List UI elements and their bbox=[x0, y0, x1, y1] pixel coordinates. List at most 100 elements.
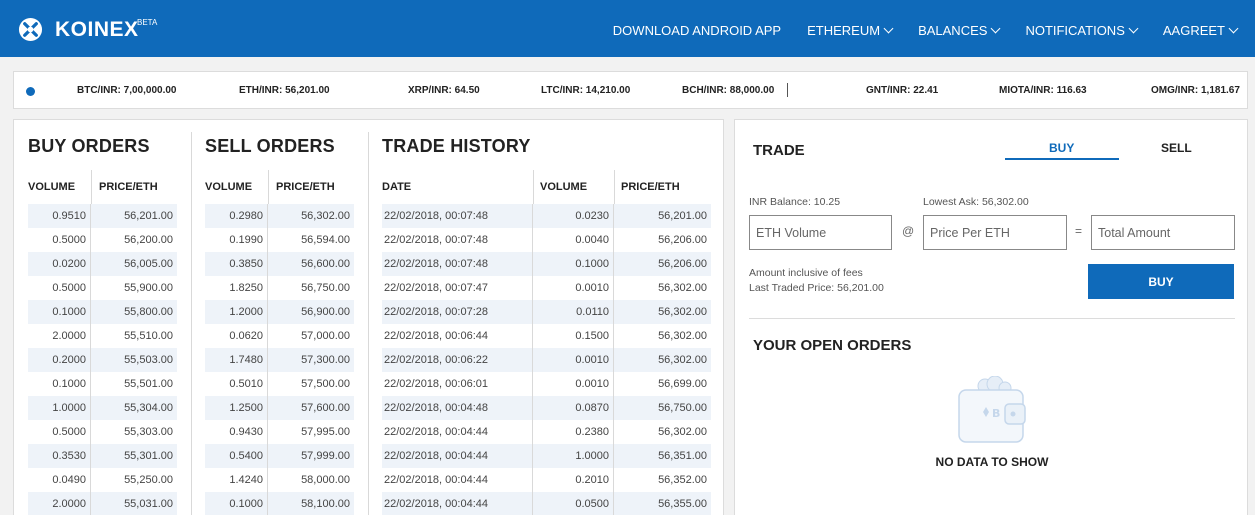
volume-cell: 0.1000 bbox=[28, 300, 91, 324]
table-row[interactable]: 22/02/2018, 00:04:44 0.2010 56,352.00 bbox=[382, 468, 711, 492]
table-row[interactable]: 1.0000 55,304.00 bbox=[28, 396, 177, 420]
table-row[interactable]: 0.0200 56,005.00 bbox=[28, 252, 177, 276]
ticker-gnt[interactable]: GNT/INR: 22.41 bbox=[866, 85, 938, 96]
table-row[interactable]: 1.8250 56,750.00 bbox=[205, 276, 354, 300]
eth-volume-input[interactable] bbox=[749, 215, 892, 250]
table-row[interactable]: 22/02/2018, 00:06:01 0.0010 56,699.00 bbox=[382, 372, 711, 396]
tab-sell[interactable]: SELL bbox=[1161, 141, 1192, 155]
volume-cell: 0.5000 bbox=[28, 276, 91, 300]
ticker-eth[interactable]: ETH/INR: 56,201.00 bbox=[239, 85, 330, 96]
table-row[interactable]: 22/02/2018, 00:07:47 0.0010 56,302.00 bbox=[382, 276, 711, 300]
table-row[interactable]: 0.0490 55,250.00 bbox=[28, 468, 177, 492]
tab-buy[interactable]: BUY bbox=[1049, 141, 1074, 155]
price-cell: 57,999.00 bbox=[301, 450, 350, 462]
table-row[interactable]: 22/02/2018, 00:04:44 0.0500 56,355.00 bbox=[382, 492, 711, 515]
volume-cell: 0.1990 bbox=[205, 228, 268, 252]
table-row[interactable]: 22/02/2018, 00:06:22 0.0010 56,302.00 bbox=[382, 348, 711, 372]
price-cell: 56,594.00 bbox=[301, 234, 350, 246]
price-cell: 56,302.00 bbox=[658, 330, 707, 342]
trade-history-table: 22/02/2018, 00:07:48 0.0230 56,201.00 22/02… bbox=[382, 204, 711, 515]
table-row[interactable]: 0.2000 55,503.00 bbox=[28, 348, 177, 372]
price-cell: 55,503.00 bbox=[124, 354, 173, 366]
table-row[interactable]: 22/02/2018, 00:07:48 0.1000 56,206.00 bbox=[382, 252, 711, 276]
price-cell: 57,500.00 bbox=[301, 378, 350, 390]
table-row[interactable]: 0.5000 56,200.00 bbox=[28, 228, 177, 252]
price-cell: 56,302.00 bbox=[658, 306, 707, 318]
table-row[interactable]: 22/02/2018, 00:06:44 0.1500 56,302.00 bbox=[382, 324, 711, 348]
sell-orders-title: SELL ORDERS bbox=[205, 136, 335, 156]
table-row[interactable]: 1.2500 57,600.00 bbox=[205, 396, 354, 420]
volume-cell: 0.9430 bbox=[205, 420, 268, 444]
volume-cell: 0.2980 bbox=[205, 204, 268, 228]
nav-label: AAGREET bbox=[1162, 23, 1225, 38]
inr-balance-label: INR Balance: 10.25 bbox=[749, 196, 841, 208]
table-row[interactable]: 0.3850 56,600.00 bbox=[205, 252, 354, 276]
sell-price-header: PRICE/ETH bbox=[276, 181, 335, 193]
table-row[interactable]: 0.9510 56,201.00 bbox=[28, 204, 177, 228]
price-cell: 56,206.00 bbox=[658, 258, 707, 270]
price-per-eth-input[interactable] bbox=[923, 215, 1067, 250]
date-cell: 22/02/2018, 00:07:47 bbox=[382, 276, 533, 300]
volume-cell: 0.0010 bbox=[533, 276, 614, 300]
price-cell: 55,800.00 bbox=[124, 306, 173, 318]
table-row[interactable]: 22/02/2018, 00:07:48 0.0040 56,206.00 bbox=[382, 228, 711, 252]
volume-cell: 0.3850 bbox=[205, 252, 268, 276]
table-row[interactable]: 22/02/2018, 00:07:48 0.0230 56,201.00 bbox=[382, 204, 711, 228]
table-row[interactable]: 22/02/2018, 00:04:44 1.0000 56,351.00 bbox=[382, 444, 711, 468]
table-row[interactable]: 1.4240 58,000.00 bbox=[205, 468, 354, 492]
table-row[interactable]: 0.1000 58,100.00 bbox=[205, 492, 354, 515]
table-row[interactable]: 0.3530 55,301.00 bbox=[28, 444, 177, 468]
table-row[interactable]: 0.5400 57,999.00 bbox=[205, 444, 354, 468]
table-row[interactable]: 2.0000 55,031.00 bbox=[28, 492, 177, 515]
table-row[interactable]: 0.2980 56,302.00 bbox=[205, 204, 354, 228]
price-cell: 55,510.00 bbox=[124, 330, 173, 342]
table-row[interactable]: 0.5000 55,303.00 bbox=[28, 420, 177, 444]
history-date-header: DATE bbox=[382, 181, 412, 193]
header-divider bbox=[91, 170, 92, 204]
column-divider bbox=[368, 132, 369, 515]
table-row[interactable]: 22/02/2018, 00:07:28 0.0110 56,302.00 bbox=[382, 300, 711, 324]
table-row[interactable]: 1.7480 57,300.00 bbox=[205, 348, 354, 372]
table-row[interactable]: 2.0000 55,510.00 bbox=[28, 324, 177, 348]
price-cell: 57,000.00 bbox=[301, 330, 350, 342]
table-row[interactable]: 0.1000 55,501.00 bbox=[28, 372, 177, 396]
volume-cell: 0.9510 bbox=[28, 204, 91, 228]
volume-cell: 0.1000 bbox=[533, 252, 614, 276]
volume-cell: 1.0000 bbox=[28, 396, 91, 420]
volume-cell: 0.0010 bbox=[533, 348, 614, 372]
buy-volume-header: VOLUME bbox=[28, 181, 76, 193]
ticker-ltc[interactable]: LTC/INR: 14,210.00 bbox=[541, 85, 630, 96]
total-amount-input[interactable] bbox=[1091, 215, 1235, 250]
table-row[interactable]: 1.2000 56,900.00 bbox=[205, 300, 354, 324]
ticker-omg[interactable]: OMG/INR: 1,181.67 bbox=[1151, 85, 1240, 96]
chevron-down-icon bbox=[1228, 23, 1239, 34]
table-row[interactable]: 0.1990 56,594.00 bbox=[205, 228, 354, 252]
table-row[interactable]: 22/02/2018, 00:04:48 0.0870 56,750.00 bbox=[382, 396, 711, 420]
nav-notifications[interactable]: NOTIFICATIONS bbox=[1025, 23, 1139, 38]
main-nav: DOWNLOAD ANDROID APP ETHEREUM BALANCES N… bbox=[613, 23, 1239, 38]
price-cell: 56,699.00 bbox=[658, 378, 707, 390]
table-row[interactable]: 0.5000 55,900.00 bbox=[28, 276, 177, 300]
active-tab-indicator bbox=[1005, 158, 1119, 160]
nav-label: ETHEREUM bbox=[807, 23, 881, 38]
volume-cell: 0.1500 bbox=[533, 324, 614, 348]
buy-button[interactable]: BUY bbox=[1088, 264, 1234, 299]
nav-user-menu[interactable]: AAGREET bbox=[1162, 23, 1239, 38]
ticker-btc[interactable]: BTC/INR: 7,00,000.00 bbox=[77, 85, 177, 96]
ticker-miota[interactable]: MIOTA/INR: 116.63 bbox=[999, 85, 1087, 96]
volume-cell: 1.4240 bbox=[205, 468, 268, 492]
ticker-bch[interactable]: BCH/INR: 88,000.00 bbox=[682, 85, 774, 96]
ticker-xrp[interactable]: XRP/INR: 64.50 bbox=[408, 85, 480, 96]
brand-logo[interactable]: KOINEX bbox=[18, 17, 139, 42]
nav-ethereum[interactable]: ETHEREUM bbox=[807, 23, 894, 38]
table-row[interactable]: 0.1000 55,800.00 bbox=[28, 300, 177, 324]
nav-download-android-app[interactable]: DOWNLOAD ANDROID APP bbox=[613, 23, 781, 38]
table-row[interactable]: 0.9430 57,995.00 bbox=[205, 420, 354, 444]
table-row[interactable]: 22/02/2018, 00:04:44 0.2380 56,302.00 bbox=[382, 420, 711, 444]
table-row[interactable]: 0.5010 57,500.00 bbox=[205, 372, 354, 396]
nav-balances[interactable]: BALANCES bbox=[918, 23, 1001, 38]
volume-cell: 0.0870 bbox=[533, 396, 614, 420]
history-volume-header: VOLUME bbox=[540, 181, 588, 193]
table-row[interactable]: 0.0620 57,000.00 bbox=[205, 324, 354, 348]
date-cell: 22/02/2018, 00:07:48 bbox=[382, 228, 533, 252]
